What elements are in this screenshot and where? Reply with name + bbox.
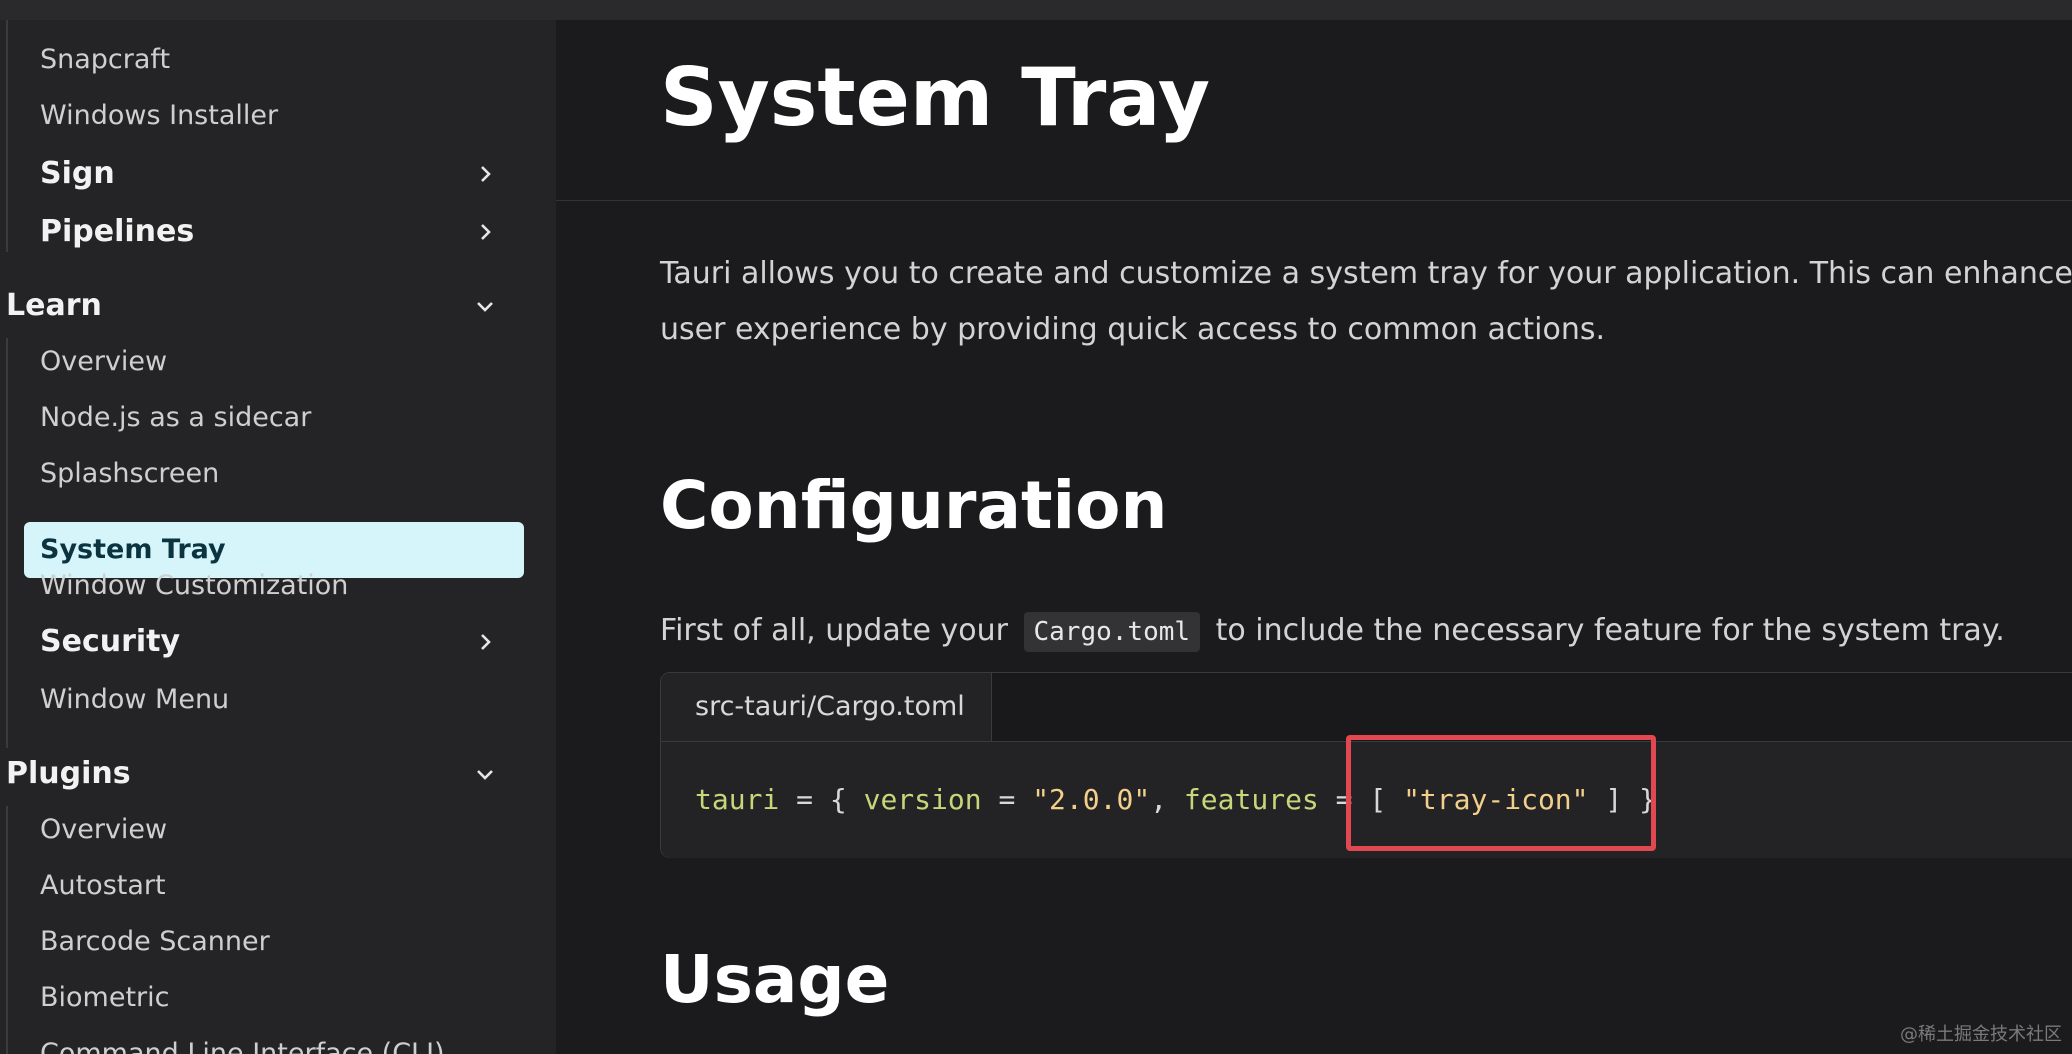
code-token: "2.0.0" [1032,783,1151,816]
sidebar-group-label: Sign [40,156,115,191]
sidebar-item-nodejs-sidecar[interactable]: Node.js as a sidecar [40,390,311,446]
chevron-right-icon [470,146,500,202]
intro-line: Tauri allows you to create and customize… [660,256,2072,291]
code-token: = [981,783,1033,816]
sidebar-group-security[interactable]: Security [40,614,500,670]
config-text-after: to include the necessary feature for the… [1215,613,2005,648]
code-filename: src-tauri/Cargo.toml [695,691,965,722]
intro-paragraph: Tauri allows you to create and customize… [660,246,2072,358]
configuration-heading: Configuration [660,467,1168,544]
annotation-highlight-box [1346,735,1656,851]
sidebar-item-window-menu[interactable]: Window Menu [40,672,229,728]
sidebar-item-autostart[interactable]: Autostart [40,858,166,914]
page-title: System Tray [660,51,1210,144]
code-token: , [1150,783,1184,816]
sidebar-item-cli[interactable]: Command Line Interface (CLI) [40,1026,445,1054]
sidebar-item-barcode-scanner[interactable]: Barcode Scanner [40,914,270,970]
sidebar-section-plugins[interactable]: Plugins [6,744,500,804]
code-filename-tab[interactable]: src-tauri/Cargo.toml [661,673,992,741]
sidebar-item-windows-installer[interactable]: Windows Installer [40,88,278,144]
title-bar: System Tray [556,20,2072,201]
sidebar-item-plugins-overview[interactable]: Overview [40,802,167,858]
chevron-right-icon [470,204,500,260]
sidebar-item-snapcraft[interactable]: Snapcraft [40,32,170,88]
inline-code-cargo-toml: Cargo.toml [1023,611,1201,652]
sidebar-item-window-customization[interactable]: Window Customization [40,558,348,614]
sidebar-section-label: Plugins [6,756,131,791]
top-strip [0,0,2072,20]
code-token: tauri [695,783,780,816]
sidebar-group-label: Security [40,624,181,659]
sidebar-item-splashscreen[interactable]: Splashscreen [40,446,219,502]
sidebar-group-sign[interactable]: Sign [40,146,500,202]
sidebar-rail [6,806,8,1054]
sidebar-group-label: Pipelines [40,214,195,249]
config-text-before: First of all, update your [660,613,1008,648]
sidebar-item-biometric[interactable]: Biometric [40,970,170,1026]
chevron-down-icon [470,744,500,804]
usage-heading: Usage [660,941,890,1018]
sidebar-rail [6,338,8,748]
code-token: features [1183,783,1319,816]
sidebar-section-label: Learn [6,288,102,323]
watermark: @稀土掘金技术社区 [1900,1024,2062,1045]
code-token: = { [779,783,864,816]
main-content: System Tray Tauri allows you to create a… [556,20,2072,1054]
sidebar-item-overview[interactable]: Overview [40,334,167,390]
chevron-down-icon [470,276,500,336]
sidebar-rail [6,20,8,252]
chevron-right-icon [470,614,500,670]
sidebar-group-pipelines[interactable]: Pipelines [40,204,500,260]
config-paragraph: First of all, update your Cargo.toml to … [660,608,2005,654]
code-token: version [863,783,982,816]
sidebar-nav: Snapcraft Windows Installer Sign Pipelin… [0,20,556,1054]
sidebar-section-learn[interactable]: Learn [6,276,500,336]
intro-line: user experience by providing quick acces… [660,312,1606,347]
